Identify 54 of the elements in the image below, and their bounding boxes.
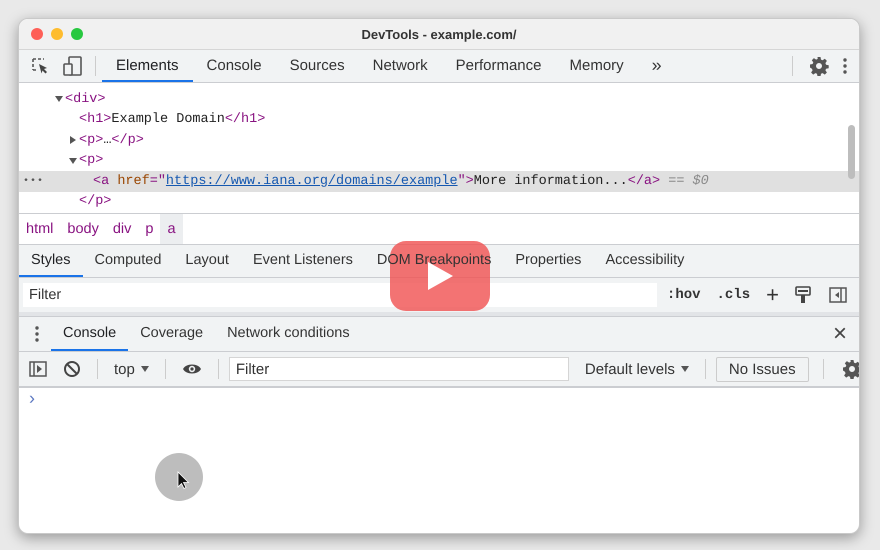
expanded-arrow-icon[interactable] bbox=[55, 95, 63, 104]
settings-icon[interactable] bbox=[809, 56, 829, 76]
collapsed-arrow-icon[interactable] bbox=[69, 136, 77, 144]
caret-icon bbox=[680, 366, 689, 372]
scrollbar[interactable] bbox=[848, 125, 855, 179]
sidebar-tab[interactable]: Properties bbox=[503, 245, 594, 277]
more-tabs-button[interactable]: » bbox=[638, 50, 676, 82]
panel-tab[interactable]: Console bbox=[192, 50, 276, 82]
expanded-arrow-icon[interactable] bbox=[69, 156, 77, 165]
breadcrumb[interactable]: p bbox=[138, 214, 160, 244]
link[interactable]: https://www.iana.org/domains/example bbox=[166, 174, 458, 189]
dom-node-line[interactable]: </p> bbox=[19, 192, 859, 212]
device-toggle-icon[interactable] bbox=[63, 56, 83, 76]
caret-icon bbox=[140, 366, 149, 372]
style-toolbar-button[interactable]: :hov bbox=[660, 287, 707, 303]
log-levels-dropdown[interactable]: Default levels bbox=[578, 360, 695, 378]
context-dropdown[interactable]: top bbox=[108, 360, 155, 378]
breadcrumb[interactable]: html bbox=[19, 214, 60, 244]
sidebar-toggle-icon[interactable] bbox=[29, 361, 47, 377]
dom-node-line[interactable]: <h1>Example Domain</h1> bbox=[19, 110, 859, 130]
console-filter-field[interactable]: Filter bbox=[228, 357, 569, 381]
panel-tab[interactable]: Elements bbox=[102, 50, 193, 82]
more-icon[interactable]: ••• bbox=[23, 176, 44, 187]
more-menu-icon[interactable] bbox=[843, 58, 847, 74]
clear-icon[interactable] bbox=[63, 360, 81, 378]
breadcrumb[interactable]: body bbox=[60, 214, 106, 244]
style-toolbar-button[interactable]: .cls bbox=[710, 287, 756, 303]
console-prompt[interactable]: › bbox=[29, 388, 35, 409]
dom-node-line[interactable]: <div> bbox=[19, 89, 859, 110]
panel-tab[interactable]: Network bbox=[358, 50, 442, 82]
more-menu-icon[interactable] bbox=[35, 326, 39, 342]
window-title: DevTools - example.com/ bbox=[361, 26, 517, 42]
sidebar-tab[interactable]: Layout bbox=[173, 245, 241, 277]
breadcrumb[interactable]: div bbox=[106, 214, 138, 244]
panel-tab[interactable]: Performance bbox=[442, 50, 556, 82]
sidebar-toggle-icon[interactable] bbox=[829, 287, 847, 303]
paint-roller-icon[interactable] bbox=[795, 286, 811, 304]
sidebar-tab[interactable]: Event Listeners bbox=[240, 245, 365, 277]
close-button[interactable]: × bbox=[820, 320, 859, 348]
dom-node-line[interactable]: <p>…</p> bbox=[19, 130, 859, 150]
drawer-tab[interactable]: Network conditions bbox=[215, 317, 362, 351]
issues-button[interactable]: No Issues bbox=[716, 356, 809, 382]
panel-tab[interactable]: Memory bbox=[556, 50, 638, 82]
inspect-icon[interactable] bbox=[31, 57, 49, 75]
panel-tab[interactable]: Sources bbox=[276, 50, 359, 82]
breadcrumb[interactable]: a bbox=[160, 214, 183, 244]
drawer-tab[interactable]: Coverage bbox=[128, 317, 216, 351]
eye-icon[interactable] bbox=[182, 362, 202, 376]
dom-node-line[interactable]: <p> bbox=[19, 150, 859, 171]
close-window-icon[interactable] bbox=[31, 28, 43, 40]
settings-icon[interactable] bbox=[842, 359, 859, 379]
style-toolbar-button[interactable]: + bbox=[760, 282, 785, 308]
sidebar-tab[interactable]: Accessibility bbox=[593, 245, 696, 277]
sidebar-tab[interactable]: Computed bbox=[82, 245, 174, 277]
